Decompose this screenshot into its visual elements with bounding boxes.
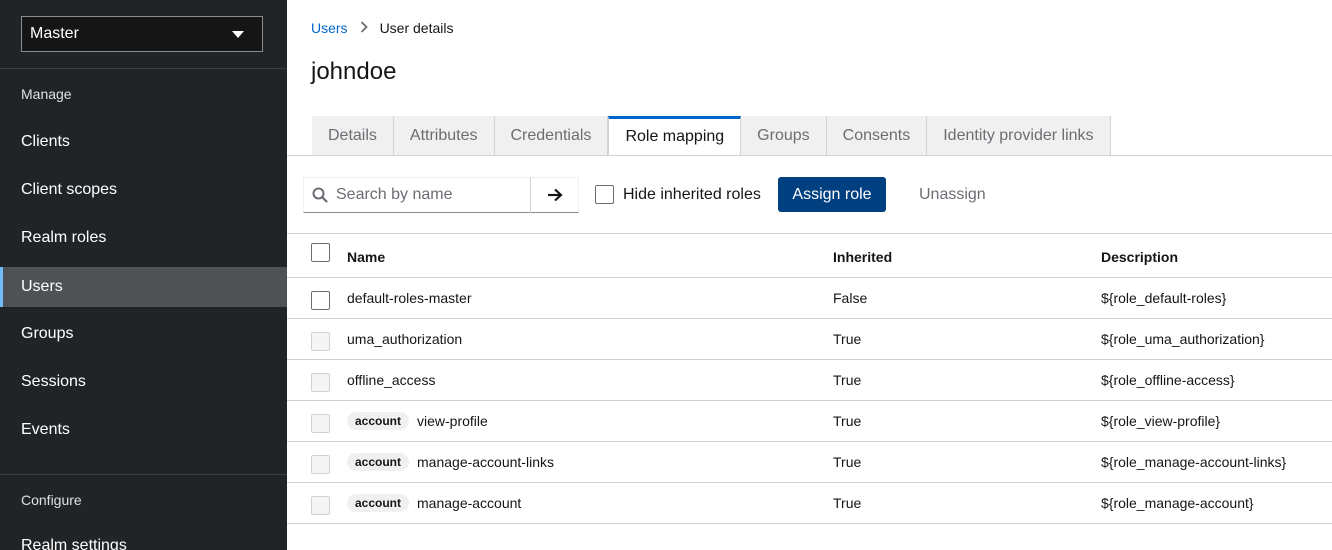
role-name-cell: uma_authorization: [347, 331, 462, 347]
column-header-name[interactable]: Name: [347, 249, 385, 265]
realm-selector-label: Master: [30, 25, 79, 42]
description-cell: ${role_uma_authorization}: [1101, 331, 1265, 347]
client-badge: account: [347, 453, 410, 471]
tab-identity-provider-links[interactable]: Identity provider links: [927, 116, 1111, 155]
description-cell: ${role_manage-account-links}: [1101, 454, 1287, 470]
sidebar-item-sessions[interactable]: Sessions: [0, 362, 287, 402]
toolbar-divider: [287, 233, 1332, 234]
chevron-right-icon: [360, 20, 368, 36]
main-content: Users User details johndoe Details Attri…: [287, 0, 1332, 550]
row-checkbox: [311, 455, 330, 474]
sidebar-item-groups[interactable]: Groups: [0, 314, 287, 354]
inherited-cell: True: [833, 413, 862, 429]
sidebar-item-events[interactable]: Events: [0, 410, 287, 450]
tab-groups[interactable]: Groups: [741, 116, 827, 155]
role-name-cell: offline_access: [347, 372, 435, 388]
select-all-checkbox[interactable]: [311, 243, 330, 262]
sidebar-item-label: Groups: [21, 325, 74, 342]
caret-down-icon: [232, 31, 244, 38]
sidebar-item-label: Client scopes: [21, 181, 118, 198]
role-name: manage-account-links: [417, 454, 554, 470]
column-header-description: Description: [1101, 249, 1179, 265]
sidebar-divider: [0, 68, 287, 69]
table-row: uma_authorization True ${role_uma_author…: [287, 319, 1332, 360]
arrow-right-icon: [547, 188, 563, 202]
role-name: view-profile: [417, 413, 488, 429]
tab-credentials[interactable]: Credentials: [494, 116, 609, 155]
row-checkbox: [311, 373, 330, 392]
tabs-divider: [287, 155, 1332, 156]
sidebar-item-label: Sessions: [21, 373, 86, 390]
inherited-cell: True: [833, 372, 862, 388]
client-badge: account: [347, 494, 410, 512]
table-row: account manage-account True ${role_manage…: [287, 483, 1332, 524]
hide-inherited-toggle: Hide inherited roles: [595, 185, 761, 204]
role-name: uma_authorization: [347, 331, 463, 347]
inherited-cell: True: [833, 454, 862, 470]
role-name: manage-account: [417, 495, 522, 511]
table-row: offline_access True ${role_offline-acces…: [287, 360, 1332, 401]
sidebar: Master Manage Clients Client scopes Real…: [0, 0, 287, 550]
row-checkbox: [311, 332, 330, 351]
unassign-button[interactable]: Unassign: [902, 177, 1003, 212]
sidebar-item-label: Clients: [21, 133, 70, 150]
role-name: offline_access: [347, 372, 436, 388]
sidebar-item-users[interactable]: Users: [0, 267, 287, 307]
tab-attributes[interactable]: Attributes: [393, 116, 495, 155]
description-cell: ${role_default-roles}: [1101, 290, 1227, 306]
role-name-cell: account manage-account: [347, 494, 521, 512]
client-badge: account: [347, 412, 410, 430]
tab-details[interactable]: Details: [312, 116, 394, 155]
tab-role-mapping[interactable]: Role mapping: [608, 116, 742, 155]
sidebar-item-realm-roles[interactable]: Realm roles: [0, 218, 287, 258]
sidebar-item-label: Realm roles: [21, 229, 107, 246]
inherited-cell: False: [833, 290, 868, 306]
inherited-cell: True: [833, 331, 862, 347]
row-checkbox[interactable]: [311, 291, 330, 310]
sidebar-item-realm-settings[interactable]: Realm settings: [0, 526, 287, 550]
description-cell: ${role_view-profile}: [1101, 413, 1221, 429]
tabs: Details Attributes Credentials Role mapp…: [312, 116, 1111, 155]
role-name-cell: default-roles-master: [347, 290, 472, 306]
column-header-inherited: Inherited: [833, 249, 893, 265]
page-title: johndoe: [311, 58, 397, 85]
role-name-cell: account manage-account-links: [347, 453, 554, 471]
sidebar-item-client-scopes[interactable]: Client scopes: [0, 170, 287, 210]
search-icon: [304, 178, 336, 212]
sidebar-section-configure: Configure: [21, 492, 82, 508]
hide-inherited-label: Hide inherited roles: [623, 185, 761, 203]
sidebar-item-clients[interactable]: Clients: [0, 122, 287, 162]
sidebar-item-label: Realm settings: [21, 537, 127, 550]
sidebar-item-label: Users: [21, 278, 63, 295]
table-row: account view-profile True ${role_view-pro…: [287, 401, 1332, 442]
role-name: default-roles-master: [347, 290, 472, 306]
realm-selector[interactable]: Master: [21, 16, 263, 52]
inherited-cell: True: [833, 495, 862, 511]
description-cell: ${role_manage-account}: [1101, 495, 1254, 511]
hide-inherited-checkbox[interactable]: [595, 185, 614, 204]
sidebar-section-manage: Manage: [21, 86, 72, 102]
sidebar-divider: [0, 474, 287, 475]
row-checkbox: [311, 496, 330, 515]
search-input[interactable]: [336, 178, 532, 212]
sidebar-item-label: Events: [21, 421, 70, 438]
search-box: [303, 177, 579, 213]
tab-consents[interactable]: Consents: [826, 116, 928, 155]
breadcrumb-current: User details: [379, 20, 454, 36]
breadcrumb-users-link[interactable]: Users: [311, 20, 348, 36]
row-checkbox: [311, 414, 330, 433]
table-row: account manage-account-links True ${role_…: [287, 442, 1332, 483]
description-cell: ${role_offline-access}: [1101, 372, 1235, 388]
search-submit-button[interactable]: [530, 177, 578, 213]
breadcrumb: Users User details: [311, 20, 453, 36]
table-row: default-roles-master False ${role_defaul…: [287, 278, 1332, 319]
role-name-cell: account view-profile: [347, 412, 488, 430]
assign-role-button[interactable]: Assign role: [778, 177, 886, 212]
